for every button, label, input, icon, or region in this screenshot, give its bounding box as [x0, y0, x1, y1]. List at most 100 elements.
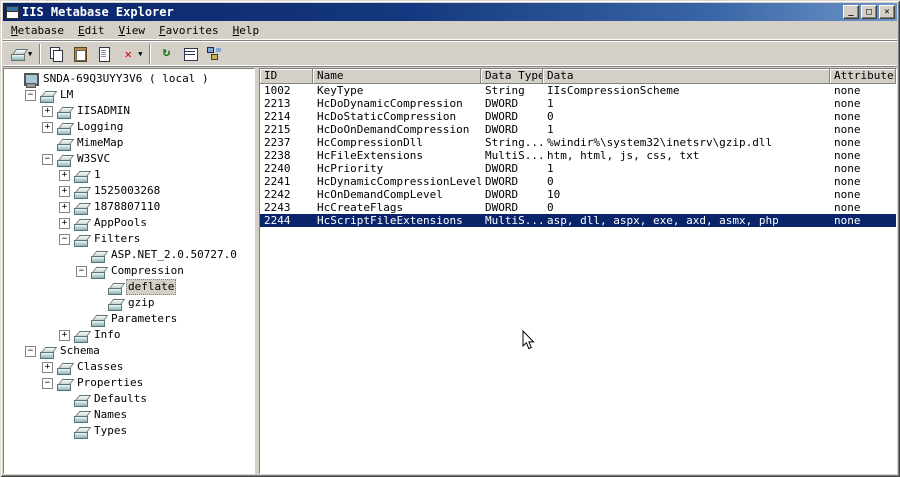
tree-item-schema[interactable]: − Schema	[4, 343, 254, 359]
tree-item-filters[interactable]: − Filters	[4, 231, 254, 247]
tree-item-deflate[interactable]: deflate	[4, 279, 254, 295]
tree-item-label: MimeMap	[77, 136, 124, 149]
tree-item-gzip[interactable]: gzip	[4, 295, 254, 311]
table-row-2238[interactable]: 2238 HcFileExtensions MultiS... htm, html, …	[260, 149, 896, 162]
cell-id: 2243	[264, 201, 291, 214]
dropdown-caret-icon[interactable]: ▼	[138, 44, 142, 64]
maximize-button[interactable]: □	[861, 5, 877, 19]
table-row-2243[interactable]: 2243 HcCreateFlags DWORD 0 none	[260, 201, 896, 214]
tree-item-iisadmin[interactable]: + IISADMIN	[4, 103, 254, 119]
menu-item-view[interactable]: View	[111, 22, 152, 39]
expand-icon[interactable]: +	[42, 105, 53, 117]
collapse-icon[interactable]: −	[25, 345, 36, 357]
tree-item-info[interactable]: + Info	[4, 327, 254, 343]
refresh-icon	[158, 45, 174, 62]
expand-icon[interactable]: +	[59, 201, 70, 213]
copy-button[interactable]	[44, 43, 68, 65]
cell-attributes: none	[834, 162, 861, 175]
column-header-id[interactable]: ID	[260, 69, 313, 84]
menu-item-metabase[interactable]: Metabase	[4, 22, 71, 39]
table-row-2240[interactable]: 2240 HcPriority DWORD 1 none	[260, 162, 896, 175]
expand-icon[interactable]: +	[59, 217, 70, 229]
paste-button[interactable]	[68, 43, 92, 65]
menu-bar: Metabase Edit View Favorites Help	[3, 21, 897, 40]
tree-item-classes[interactable]: + Classes	[4, 359, 254, 375]
refresh-button[interactable]	[154, 43, 178, 65]
cell-id: 2240	[264, 162, 291, 175]
table-row-2213[interactable]: 2213 HcDoDynamicCompression DWORD 1 none	[260, 97, 896, 110]
collapse-icon[interactable]: −	[25, 89, 36, 101]
delete-button[interactable]: ▼	[116, 43, 146, 65]
menu-item-help[interactable]: Help	[226, 22, 267, 39]
tree-item-defaults[interactable]: Defaults	[4, 391, 254, 407]
column-header-attributes[interactable]: Attributes	[830, 69, 896, 84]
menu-item-favorites[interactable]: Favorites	[152, 22, 226, 39]
collapse-icon[interactable]: −	[76, 265, 87, 277]
network-icon	[206, 46, 222, 62]
table-row-2242[interactable]: 2242 HcOnDemandCompLevel DWORD 10 none	[260, 188, 896, 201]
cell-id: 2242	[264, 188, 291, 201]
close-button[interactable]: ✕	[879, 5, 895, 19]
tree-item-w3svc[interactable]: − W3SVC	[4, 151, 254, 167]
key-icon	[73, 232, 89, 247]
tree-item-compression[interactable]: − Compression	[4, 263, 254, 279]
tree-item-lm[interactable]: − LM	[4, 87, 254, 103]
tree-item-apppools[interactable]: + AppPools	[4, 215, 254, 231]
key-icon	[56, 376, 72, 391]
title-bar[interactable]: IIS Metabase Explorer _ □ ✕	[3, 3, 897, 21]
cell-data: IIsCompressionScheme	[547, 84, 680, 97]
menu-item-edit[interactable]: Edit	[71, 22, 112, 39]
tree-item-1[interactable]: +1	[4, 167, 254, 183]
new-key-button[interactable]: ▼	[6, 43, 36, 65]
table-row-2214[interactable]: 2214 HcDoStaticCompression DWORD 0 none	[260, 110, 896, 123]
cell-data-type: DWORD	[485, 110, 519, 123]
tree-item-snda-69q3uyy3v6-local[interactable]: SNDA-69Q3UYY3V6 ( local )	[4, 71, 254, 88]
table-row-2215[interactable]: 2215 HcDoOnDemandCompression DWORD 1 none	[260, 123, 896, 136]
table-row-2244[interactable]: 2244 HcScriptFileExtensions MultiS... asp, …	[260, 214, 896, 227]
table-row-2237[interactable]: 2237 HcCompressionDll String... %windir%\sy…	[260, 136, 896, 149]
expand-icon[interactable]: +	[42, 121, 53, 133]
computer-icon	[22, 72, 39, 88]
column-header-data[interactable]: Data	[543, 69, 830, 84]
tree-item-label: Defaults	[94, 392, 147, 405]
collapse-icon[interactable]: −	[59, 233, 70, 245]
cell-data: 1	[547, 97, 554, 110]
tree-item-properties[interactable]: − Properties	[4, 375, 254, 391]
cell-id: 2241	[264, 175, 291, 188]
expand-icon[interactable]: +	[59, 169, 70, 181]
export-button[interactable]	[92, 43, 116, 65]
table-row-2241[interactable]: 2241 HcDynamicCompressionLevel DWORD 0 none	[260, 175, 896, 188]
tree-item-label: Parameters	[111, 312, 178, 325]
expand-icon[interactable]: +	[59, 329, 70, 341]
tree-item-logging[interactable]: + Logging	[4, 119, 254, 135]
tree-item-parameters[interactable]: Parameters	[4, 311, 254, 327]
property-list: ID Name Data Type Data Attributes 1002 KeyTyp…	[259, 68, 897, 474]
cell-data-type: DWORD	[485, 201, 519, 214]
toolbar: ▼▼	[3, 40, 897, 67]
cell-data: %windir%\system32\inetsrv\gzip.dll	[547, 136, 773, 149]
tree-item-1878807110[interactable]: +1878807110	[4, 199, 254, 215]
key-icon	[56, 104, 72, 119]
table-row-1002[interactable]: 1002 KeyType String IIsCompressionScheme non…	[260, 84, 896, 97]
column-header-name[interactable]: Name	[313, 69, 481, 84]
dropdown-caret-icon[interactable]: ▼	[28, 44, 32, 64]
key-icon	[107, 296, 123, 311]
tree-item-label: 1878807110	[94, 200, 161, 213]
cell-data-type: String	[485, 84, 525, 97]
collapse-icon[interactable]: −	[42, 153, 53, 165]
key-icon	[107, 280, 123, 295]
expand-icon[interactable]: +	[59, 185, 70, 197]
tree-item-types[interactable]: Types	[4, 423, 254, 439]
properties-button[interactable]	[178, 43, 202, 65]
tree-item-mimemap[interactable]: MimeMap	[4, 135, 254, 151]
tree-item-names[interactable]: Names	[4, 407, 254, 423]
minimize-button[interactable]: _	[843, 5, 859, 19]
collapse-icon[interactable]: −	[42, 377, 53, 389]
column-header-data-type[interactable]: Data Type	[481, 69, 543, 84]
list-header: ID Name Data Type Data Attributes	[260, 69, 896, 84]
tree-item-asp-net-2-0-50727-0[interactable]: ASP.NET_2.0.50727.0	[4, 247, 254, 263]
tree-item-1525003268[interactable]: +1525003268	[4, 183, 254, 199]
tree-item-label: IISADMIN	[77, 104, 130, 117]
expand-icon[interactable]: +	[42, 361, 53, 373]
connect-button[interactable]	[202, 43, 226, 65]
